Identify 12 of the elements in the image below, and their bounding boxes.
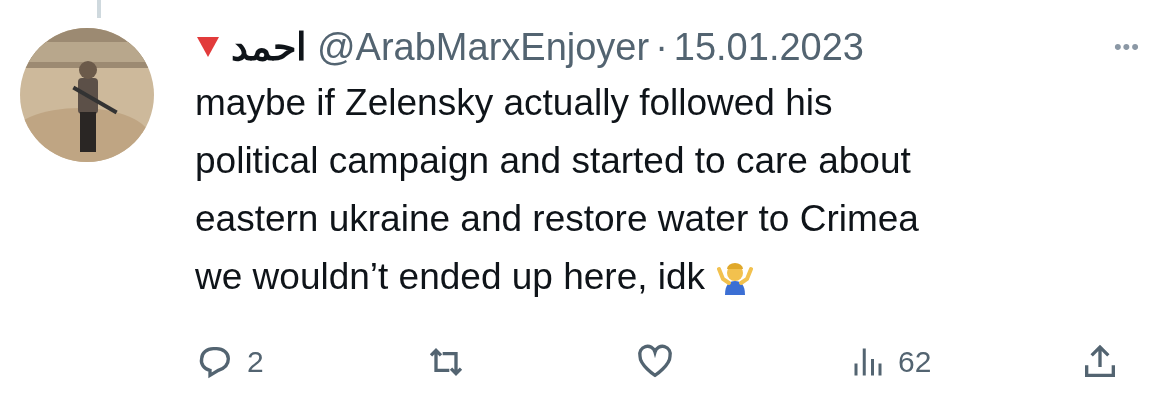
reply-count: 2: [247, 345, 264, 379]
tweet-date: 15.01.2023: [673, 25, 864, 69]
separator-dot: ·: [655, 25, 668, 69]
tweet-text-line: eastern ukraine and restore water to Crimea: [195, 197, 919, 241]
tweet-text-line: we wouldn’t ended up here, idk: [195, 255, 706, 299]
down-triangle-icon: [195, 35, 221, 59]
author-handle: @ArabMarxEnjoyer: [317, 25, 650, 69]
author-name: احمد: [231, 25, 307, 69]
tweet-text-line: maybe if Zelensky actually followed his: [195, 81, 833, 125]
more-options-icon[interactable]: •••: [1113, 34, 1140, 60]
tweet-text-line: political campaign and started to care about: [195, 139, 911, 183]
views-count: 62: [898, 345, 932, 379]
